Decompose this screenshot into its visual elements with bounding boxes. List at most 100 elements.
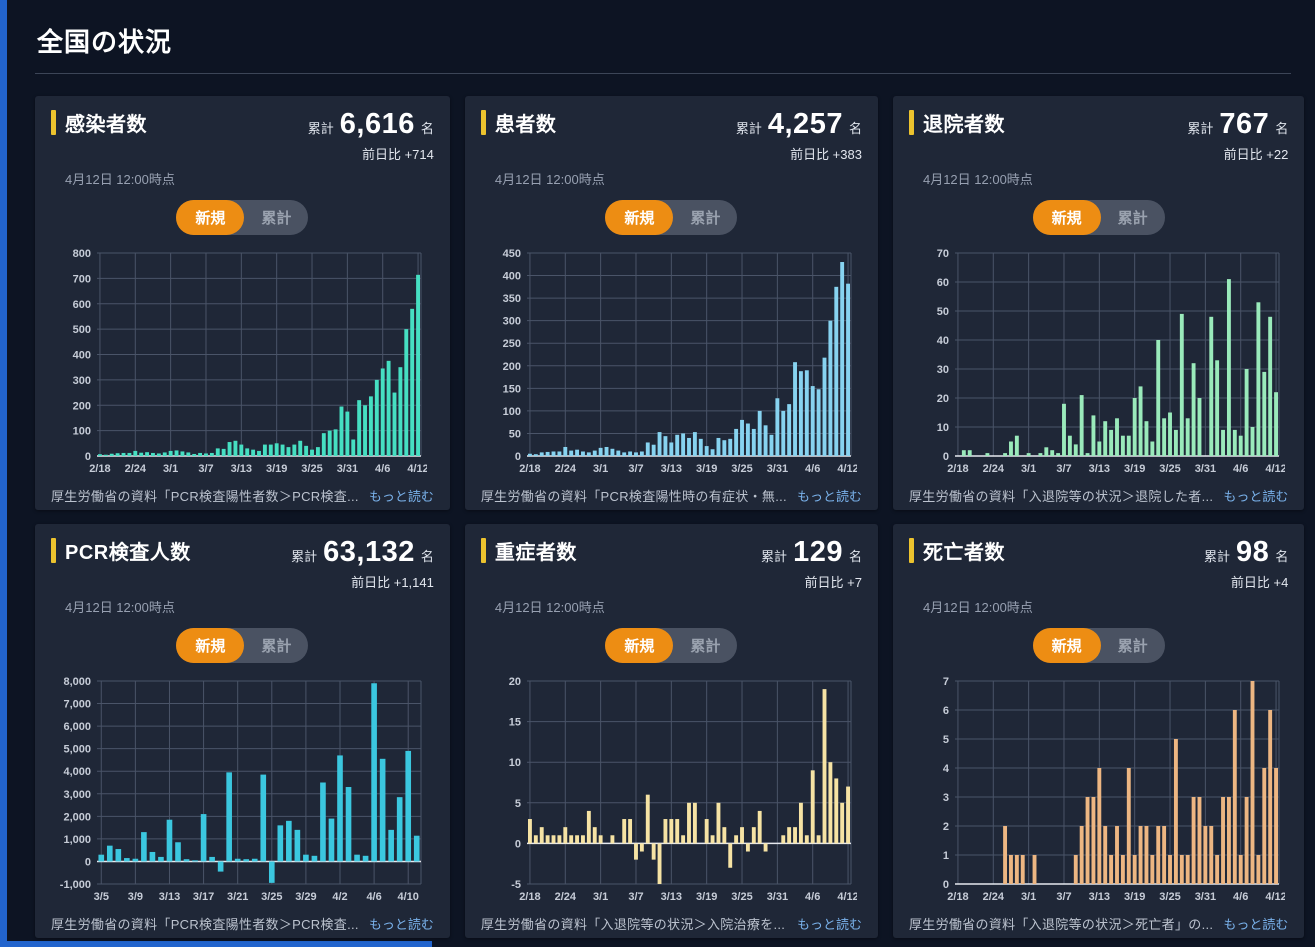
- new-cumulative-toggle: 新規 累計: [176, 628, 308, 663]
- card-header: 感染者数 累計 6,616 名 前日比 +714: [51, 108, 434, 163]
- as-of-date: 4月12日 12:00時点: [495, 597, 862, 616]
- svg-text:5: 5: [943, 734, 949, 746]
- bar-chart[interactable]: 0501001502002503003504004502/182/243/13/…: [481, 245, 862, 482]
- svg-text:10: 10: [509, 757, 521, 769]
- card-title: PCR検査人数: [65, 536, 191, 565]
- totals-block: 累計 4,257 名 前日比 +383: [736, 108, 862, 163]
- svg-text:40: 40: [937, 335, 949, 347]
- cumulative-label: 累計: [1204, 546, 1230, 565]
- svg-text:3/1: 3/1: [163, 463, 178, 475]
- title-accent-bar: [909, 538, 914, 563]
- svg-text:500: 500: [73, 324, 91, 336]
- toggle-new-button[interactable]: 新規: [1033, 200, 1101, 235]
- read-more-link[interactable]: もっと読む: [369, 486, 434, 505]
- bar-chart[interactable]: 01002003004005006007008002/182/243/13/73…: [51, 245, 434, 482]
- svg-text:6,000: 6,000: [63, 721, 91, 733]
- svg-text:450: 450: [503, 248, 521, 260]
- stat-card-deaths: 死亡者数 累計 98 名 前日比 +4 4月12日 12:00時点 新規 累計 …: [893, 524, 1304, 938]
- svg-text:3/13: 3/13: [1089, 463, 1110, 475]
- bar-chart[interactable]: -5051015202/182/243/13/73/133/193/253/31…: [481, 673, 862, 910]
- cumulative-label: 累計: [736, 118, 762, 137]
- svg-text:3/31: 3/31: [337, 463, 358, 475]
- main-content: 全国の状況 感染者数 累計 6,616 名 前日比 +714 4月12日 12:…: [7, 0, 1315, 941]
- svg-text:3/25: 3/25: [261, 891, 282, 903]
- section-divider: [35, 73, 1291, 74]
- toggle-cumulative-button[interactable]: 累計: [673, 200, 737, 235]
- svg-text:3: 3: [943, 792, 949, 804]
- toggle-cumulative-button[interactable]: 累計: [673, 628, 737, 663]
- source-text: 厚生労働省の資料「PCR検査陽性者数＞PCR検査...: [51, 914, 359, 933]
- svg-text:3/9: 3/9: [128, 891, 143, 903]
- svg-text:3/7: 3/7: [628, 891, 643, 903]
- cumulative-total: 98: [1236, 536, 1269, 569]
- svg-text:0: 0: [85, 856, 91, 868]
- toggle-cumulative-button[interactable]: 累計: [1101, 200, 1165, 235]
- read-more-link[interactable]: もっと読む: [369, 914, 434, 933]
- day-over-day-diff: 前日比 +383: [736, 144, 862, 163]
- svg-text:10: 10: [937, 422, 949, 434]
- cumulative-total: 6,616: [340, 108, 415, 141]
- card-header: 死亡者数 累計 98 名 前日比 +4: [909, 536, 1288, 591]
- bar-chart[interactable]: 012345672/182/243/13/73/133/193/253/314/…: [909, 673, 1288, 910]
- svg-text:800: 800: [73, 248, 91, 260]
- toggle-cumulative-button[interactable]: 累計: [1101, 628, 1165, 663]
- svg-text:0: 0: [85, 451, 91, 463]
- page-bottom-border: [0, 941, 432, 947]
- unit-label: 名: [1275, 546, 1288, 565]
- svg-text:300: 300: [503, 316, 521, 328]
- svg-text:3/7: 3/7: [1056, 463, 1071, 475]
- svg-text:2/24: 2/24: [983, 891, 1005, 903]
- toggle-cumulative-button[interactable]: 累計: [244, 628, 308, 663]
- card-header: 退院者数 累計 767 名 前日比 +22: [909, 108, 1288, 163]
- day-over-day-diff: 前日比 +1,141: [291, 572, 434, 591]
- svg-text:3/19: 3/19: [696, 463, 717, 475]
- new-cumulative-toggle: 新規 累計: [605, 200, 737, 235]
- bar-chart[interactable]: -1,00001,0002,0003,0004,0005,0006,0007,0…: [51, 673, 434, 910]
- svg-text:5: 5: [515, 798, 521, 810]
- title-accent-bar: [909, 110, 914, 135]
- svg-text:6: 6: [943, 705, 949, 717]
- toggle-new-button[interactable]: 新規: [1033, 628, 1101, 663]
- cumulative-label: 累計: [308, 118, 334, 137]
- svg-text:3/19: 3/19: [1124, 891, 1145, 903]
- svg-text:3/31: 3/31: [767, 463, 788, 475]
- cumulative-label: 累計: [291, 546, 317, 565]
- read-more-link[interactable]: もっと読む: [797, 486, 862, 505]
- toggle-new-button[interactable]: 新規: [176, 628, 244, 663]
- read-more-link[interactable]: もっと読む: [1223, 486, 1288, 505]
- svg-text:5,000: 5,000: [63, 744, 91, 756]
- svg-text:300: 300: [73, 375, 91, 387]
- toggle-new-button[interactable]: 新規: [605, 628, 673, 663]
- read-more-link[interactable]: もっと読む: [1223, 914, 1288, 933]
- svg-text:350: 350: [503, 293, 521, 305]
- svg-text:4: 4: [943, 763, 950, 775]
- svg-text:3/1: 3/1: [1021, 463, 1036, 475]
- page-title: 全国の状況: [37, 22, 1291, 59]
- svg-text:2/18: 2/18: [89, 463, 110, 475]
- unit-label: 名: [1275, 118, 1288, 137]
- svg-text:3/19: 3/19: [266, 463, 287, 475]
- svg-text:3/31: 3/31: [767, 891, 788, 903]
- toggle-cumulative-button[interactable]: 累計: [244, 200, 308, 235]
- as-of-date: 4月12日 12:00時点: [923, 597, 1288, 616]
- bar-chart[interactable]: 0102030405060702/182/243/13/73/133/193/2…: [909, 245, 1288, 482]
- svg-text:4,000: 4,000: [63, 766, 91, 778]
- unit-label: 名: [421, 546, 434, 565]
- svg-text:2/24: 2/24: [125, 463, 147, 475]
- svg-text:2/18: 2/18: [947, 463, 968, 475]
- card-title: 死亡者数: [923, 536, 1005, 565]
- svg-text:4/6: 4/6: [366, 891, 381, 903]
- day-over-day-diff: 前日比 +714: [308, 144, 434, 163]
- toggle-new-button[interactable]: 新規: [605, 200, 673, 235]
- svg-text:50: 50: [509, 428, 521, 440]
- svg-text:8,000: 8,000: [63, 676, 91, 688]
- toggle-new-button[interactable]: 新規: [176, 200, 244, 235]
- read-more-link[interactable]: もっと読む: [797, 914, 862, 933]
- svg-text:3/7: 3/7: [628, 463, 643, 475]
- svg-text:100: 100: [73, 426, 91, 438]
- svg-text:30: 30: [937, 364, 949, 376]
- source-text: 厚生労働省の資料「入退院等の状況＞入院治療を...: [481, 914, 785, 933]
- new-cumulative-toggle: 新規 累計: [605, 628, 737, 663]
- svg-text:4/10: 4/10: [397, 891, 418, 903]
- svg-text:-5: -5: [511, 879, 521, 891]
